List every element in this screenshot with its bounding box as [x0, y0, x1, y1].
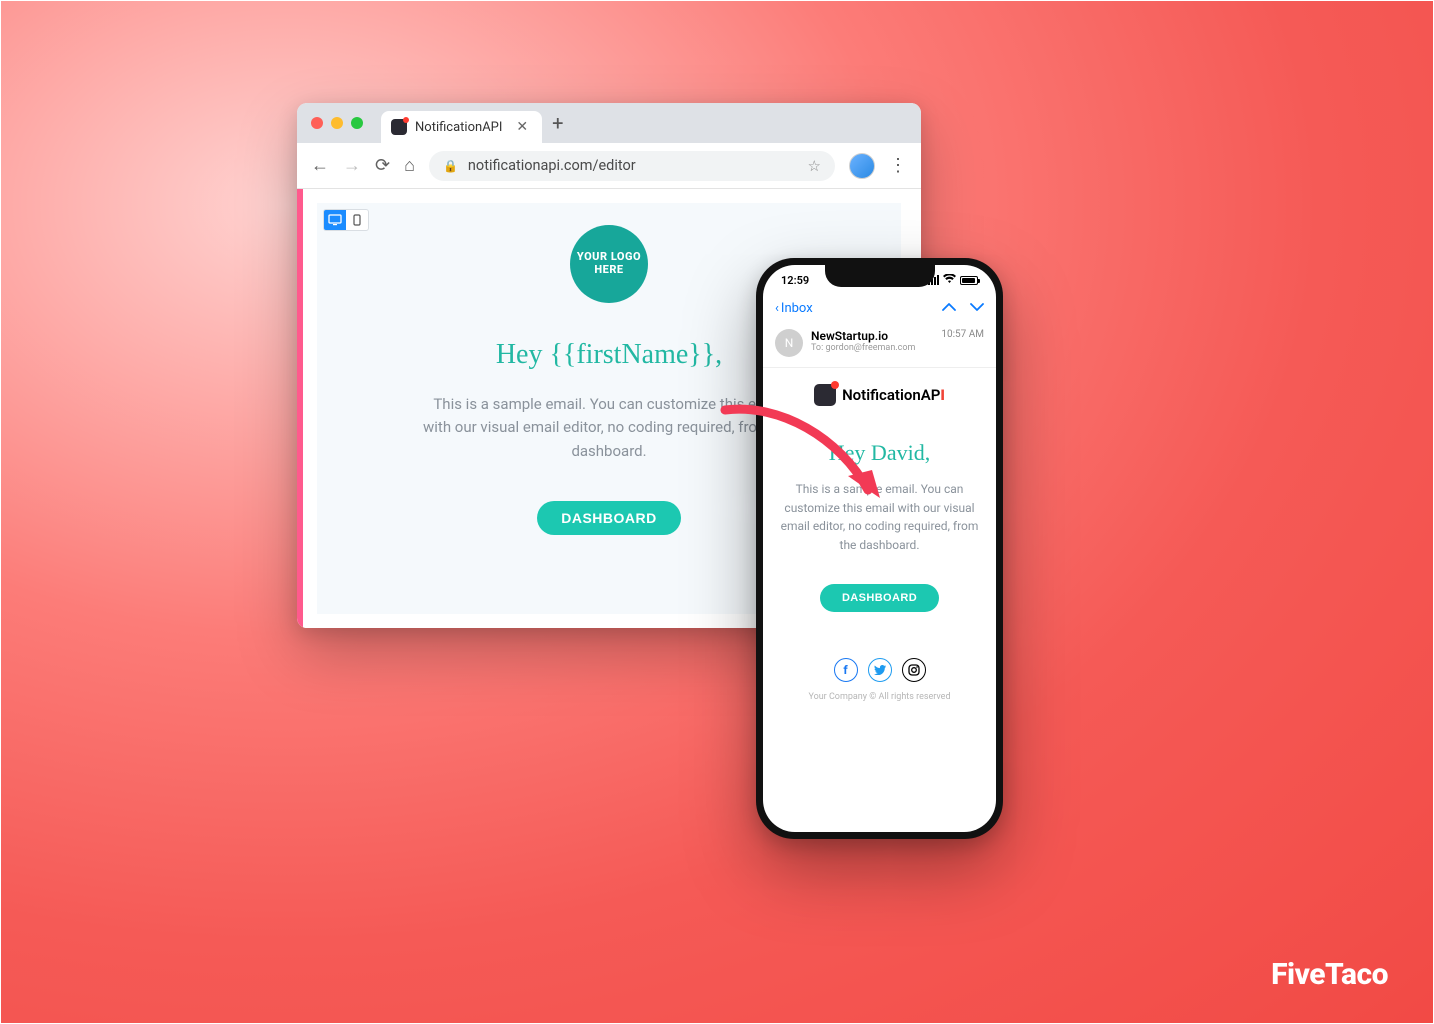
status-indicators	[928, 274, 978, 287]
chevron-left-icon: ‹	[775, 301, 779, 316]
tab-favicon-icon	[391, 119, 407, 135]
facebook-icon[interactable]: f	[834, 658, 858, 682]
battery-icon	[960, 276, 978, 285]
back-to-inbox[interactable]: ‹ Inbox	[775, 301, 813, 316]
received-time: 10:57 AM	[941, 329, 984, 340]
editor-side-rail	[297, 189, 303, 628]
sender-name: NewStartup.io	[811, 329, 933, 343]
mail-body-text: This is a sample email. You can customiz…	[777, 480, 982, 554]
minimize-window-button[interactable]	[331, 117, 343, 129]
sender-avatar: N	[775, 329, 803, 357]
message-nav	[942, 301, 984, 316]
next-message-button[interactable]	[970, 301, 984, 316]
mail-header: N NewStartup.io To: gordon@freeman.com 1…	[763, 321, 996, 368]
recipient-line: To: gordon@freeman.com	[811, 343, 933, 353]
sender-info: NewStartup.io To: gordon@freeman.com	[811, 329, 933, 353]
back-label: Inbox	[781, 301, 813, 316]
logo-placeholder: YOUR LOGO HERE	[570, 225, 648, 303]
browser-toolbar: ← → ⟳ ⌂ 🔒 notificationapi.com/editor ☆ ⋮	[297, 143, 921, 189]
phone-screen: 12:59 ‹ Inbox	[763, 265, 996, 832]
sender-initial: N	[785, 336, 794, 350]
social-links: f	[834, 658, 926, 682]
email-body-text: This is a sample email. You can customiz…	[419, 393, 799, 463]
address-bar[interactable]: 🔒 notificationapi.com/editor ☆	[429, 151, 835, 181]
mail-footer: Your Company © All rights reserved	[808, 692, 950, 702]
logo-placeholder-text: YOUR LOGO HERE	[570, 251, 648, 276]
brand-name-accent: I	[940, 386, 945, 404]
close-window-button[interactable]	[311, 117, 323, 129]
browser-tabstrip: NotificationAPI ✕ +	[297, 103, 921, 143]
browser-tab[interactable]: NotificationAPI ✕	[381, 111, 542, 143]
tab-title: NotificationAPI	[415, 120, 502, 135]
mail-heading: Hey David,	[829, 440, 930, 466]
mobile-preview-button[interactable]	[346, 210, 368, 230]
desktop-preview-button[interactable]	[324, 210, 346, 230]
mail-nav-bar: ‹ Inbox	[763, 295, 996, 321]
close-tab-icon[interactable]: ✕	[516, 119, 528, 135]
new-tab-button[interactable]: +	[552, 111, 563, 135]
email-heading: Hey {{firstName}},	[496, 339, 722, 371]
brand-name-main: NotificationAP	[842, 386, 940, 404]
url-text: notificationapi.com/editor	[468, 157, 636, 174]
desktop-icon	[328, 214, 342, 226]
lock-icon: 🔒	[443, 159, 458, 173]
instagram-icon[interactable]	[902, 658, 926, 682]
forward-button[interactable]: →	[343, 155, 361, 176]
phone-mockup: 12:59 ‹ Inbox	[756, 258, 1003, 839]
brand-logo: NotificationAPI	[814, 384, 945, 406]
maximize-window-button[interactable]	[351, 117, 363, 129]
bookmark-icon[interactable]: ☆	[808, 157, 821, 175]
device-preview-toggle	[323, 209, 369, 231]
brand-name: NotificationAPI	[842, 386, 945, 404]
dashboard-button[interactable]: DASHBOARD	[537, 501, 681, 535]
window-controls	[311, 117, 363, 129]
reload-button[interactable]: ⟳	[375, 155, 390, 176]
mail-body: NotificationAPI Hey David, This is a sam…	[763, 368, 996, 832]
dashboard-button[interactable]: DASHBOARD	[820, 584, 939, 612]
phone-notch	[825, 265, 935, 287]
home-button[interactable]: ⌂	[404, 155, 415, 176]
profile-avatar[interactable]	[849, 153, 875, 179]
twitter-icon[interactable]	[868, 658, 892, 682]
wifi-icon	[943, 274, 956, 287]
kebab-menu-icon[interactable]: ⋮	[889, 155, 907, 176]
prev-message-button[interactable]	[942, 301, 956, 316]
watermark: FiveTaco	[1271, 957, 1388, 992]
back-button[interactable]: ←	[311, 155, 329, 176]
mobile-icon	[353, 214, 361, 226]
status-time: 12:59	[781, 274, 809, 287]
brand-mark-icon	[814, 384, 836, 406]
